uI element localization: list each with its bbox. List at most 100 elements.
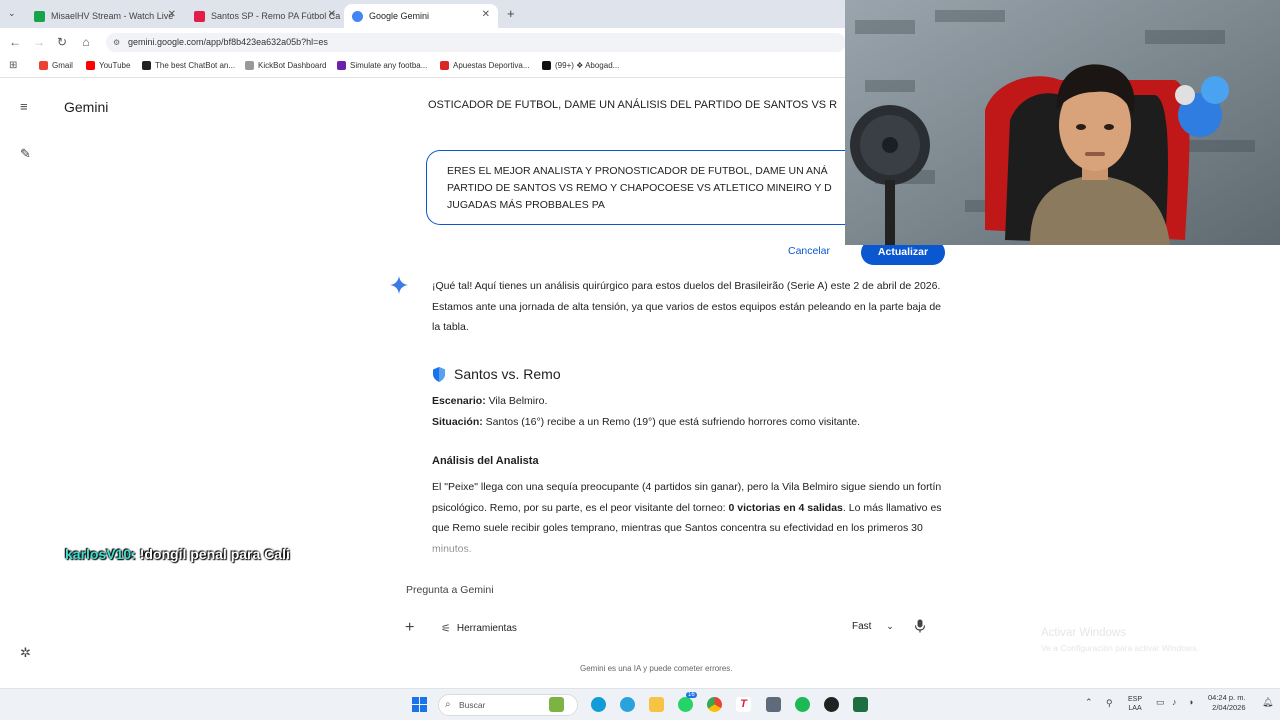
battery-icon[interactable]: ◑ bbox=[1188, 697, 1193, 707]
add-attachment-plus-icon[interactable]: + bbox=[405, 619, 414, 637]
windows-taskbar: ⌕ Buscar 16 T ⌃ ⚲ ESP LAA ▭ ♪ ◑ 04:24 p.… bbox=[0, 688, 1280, 720]
section-title: Santos vs. Remo bbox=[432, 366, 561, 382]
gmail-icon bbox=[39, 61, 48, 70]
language-indicator[interactable]: ESP LAA bbox=[1128, 695, 1142, 713]
tools-label: Herramientas bbox=[456, 623, 517, 634]
chevron-down-icon: ⌄ bbox=[886, 621, 894, 631]
apuestas-icon bbox=[440, 61, 449, 70]
activate-title: Activar Windows bbox=[1041, 627, 1126, 639]
stream-chat-overlay: karlosV10: !dongil penal para Cali bbox=[65, 546, 290, 562]
tab-title: MisaelHV Stream - Watch Live bbox=[51, 11, 174, 21]
tray-mic-icon[interactable]: ⚲ bbox=[1106, 698, 1113, 709]
whatsapp-badge: 16 bbox=[686, 692, 697, 698]
gemini-sparkle-icon bbox=[390, 276, 408, 294]
edit-prompt-textarea[interactable]: ERES EL MEJOR ANALISTA Y PRONOSTICADOR D… bbox=[426, 150, 866, 225]
model-selector[interactable]: Fast ⌄ bbox=[852, 621, 894, 632]
situacion-value: Santos (16°) recibe a un Remo (19°) que … bbox=[482, 416, 861, 428]
taskbar-clock[interactable]: 04:24 p. m. 2/04/2026 bbox=[1208, 693, 1246, 713]
tray-chevron-icon[interactable]: ⌃ bbox=[1085, 697, 1093, 708]
taskbar-search-placeholder: Buscar bbox=[459, 700, 486, 710]
tab-title: Google Gemini bbox=[369, 11, 430, 21]
gemini-disclaimer: Gemini es una IA y puede cometer errores… bbox=[580, 664, 733, 673]
tiktok-icon bbox=[542, 61, 551, 70]
site-info-icon[interactable]: ⚙ bbox=[113, 33, 120, 52]
bookmark-kickbot[interactable]: KickBot Dashboard bbox=[245, 61, 326, 70]
clock-date: 2/04/2026 bbox=[1212, 703, 1246, 712]
situacion-line: Situación: Santos (16°) recibe a un Remo… bbox=[432, 412, 942, 433]
close-tab-icon[interactable]: ✕ bbox=[482, 9, 490, 20]
tools-button[interactable]: ⚟ Herramientas bbox=[441, 622, 517, 635]
windows-start-icon[interactable] bbox=[412, 697, 427, 712]
telegram-icon[interactable] bbox=[620, 697, 635, 712]
windows-activation-watermark: Activar Windows Ve a Configuración para … bbox=[1041, 627, 1199, 653]
url-text: gemini.google.com/app/bf8b423ea632a05b?h… bbox=[128, 37, 328, 47]
analysis-heading: Análisis del Analista bbox=[432, 455, 539, 467]
prompt-input[interactable]: Pregunta a Gemini bbox=[406, 584, 494, 596]
prompt-header-text: OSTICADOR DE FUTBOL, DAME UN ANÁLISIS DE… bbox=[428, 99, 838, 111]
chatbot-icon bbox=[142, 61, 151, 70]
tab-search-chevron-icon[interactable]: ⌄ bbox=[8, 8, 16, 19]
tab-misaelhv-stream[interactable]: MisaelHV Stream - Watch Live ✕ bbox=[26, 4, 184, 28]
volume-icon[interactable]: ♪ bbox=[1172, 697, 1177, 707]
whatsapp-icon[interactable] bbox=[678, 697, 693, 712]
response-intro: ¡Qué tal! Aquí tienes un análisis quirúr… bbox=[432, 280, 942, 333]
chrome-icon[interactable] bbox=[707, 697, 722, 712]
calculator-icon[interactable] bbox=[766, 697, 781, 712]
cancel-button[interactable]: Cancelar bbox=[788, 245, 830, 257]
escenario-value: Vila Belmiro. bbox=[485, 395, 548, 407]
gemini-app-title: Gemini bbox=[64, 99, 109, 115]
close-tab-icon[interactable]: ✕ bbox=[168, 9, 176, 20]
excel-icon[interactable] bbox=[853, 697, 868, 712]
text-app-icon[interactable]: T bbox=[736, 697, 751, 712]
bookmark-chatbot[interactable]: The best ChatBot an... bbox=[142, 61, 235, 70]
widgets-icon[interactable] bbox=[549, 697, 564, 712]
apps-grid-icon[interactable]: ⊞ bbox=[9, 60, 17, 71]
tab-title: Santos SP - Remo PA Fútbol Ca bbox=[211, 11, 341, 21]
bookmark-apuestas[interactable]: Apuestas Deportiva... bbox=[440, 61, 529, 70]
kickbot-icon bbox=[245, 61, 254, 70]
close-tab-icon[interactable]: ✕ bbox=[328, 9, 336, 20]
lang-bottom: LAA bbox=[1128, 705, 1142, 712]
gemini-favicon-icon bbox=[352, 10, 363, 22]
bookmark-label: The best ChatBot an... bbox=[155, 61, 236, 70]
fade-overlay bbox=[420, 530, 950, 560]
settings-gear-icon[interactable]: ✲ bbox=[20, 646, 31, 660]
edit-line: ERES EL MEJOR ANALISTA Y PRONOSTICADOR D… bbox=[447, 165, 828, 177]
search-icon: ⌕ bbox=[445, 699, 451, 710]
hamburger-menu-icon[interactable]: ≡ bbox=[20, 100, 28, 114]
bookmark-tiktok[interactable]: (99+) ❖ Abogad... bbox=[542, 61, 619, 70]
webcam-scene-image bbox=[845, 0, 1280, 245]
spotify-icon[interactable] bbox=[795, 697, 810, 712]
new-tab-plus-icon[interactable]: + bbox=[507, 6, 515, 21]
bookmark-label: Gmail bbox=[52, 61, 73, 70]
bookmark-youtube[interactable]: YouTube bbox=[86, 61, 130, 70]
reload-icon[interactable]: ↻ bbox=[55, 35, 69, 49]
tools-sliders-icon: ⚟ bbox=[441, 623, 451, 635]
bookmark-label: Simulate any footba... bbox=[350, 61, 428, 70]
obs-icon[interactable] bbox=[824, 697, 839, 712]
new-chat-icon[interactable]: ✎ bbox=[20, 147, 31, 161]
bookmark-simulate[interactable]: Simulate any footba... bbox=[337, 61, 427, 70]
forward-arrow-icon[interactable]: → bbox=[32, 35, 46, 49]
home-icon[interactable]: ⌂ bbox=[79, 35, 93, 49]
network-icon[interactable]: ▭ bbox=[1156, 697, 1165, 708]
file-explorer-icon[interactable] bbox=[649, 697, 664, 712]
lang-top: ESP bbox=[1128, 696, 1143, 703]
address-bar[interactable]: ⚙ gemini.google.com/app/bf8b423ea632a05b… bbox=[106, 33, 846, 52]
edge-browser-icon[interactable] bbox=[591, 697, 606, 712]
back-arrow-icon[interactable]: ← bbox=[8, 35, 22, 49]
bookmark-label: (99+) ❖ Abogad... bbox=[555, 61, 620, 70]
edit-line: PARTIDO DE SANTOS VS REMO Y CHAPOCOESE V… bbox=[447, 182, 832, 194]
microphone-icon[interactable] bbox=[914, 619, 926, 633]
clock-time: 04:24 p. m. bbox=[1208, 693, 1246, 702]
tab-google-gemini[interactable]: Google Gemini ✕ bbox=[344, 4, 498, 28]
tab-santos-remo[interactable]: Santos SP - Remo PA Fútbol Ca ✕ bbox=[186, 4, 344, 28]
bookmark-gmail[interactable]: Gmail bbox=[39, 61, 73, 70]
betting-favicon-icon bbox=[194, 10, 205, 22]
notification-bell-icon[interactable]: 🔔︎ bbox=[1262, 697, 1273, 708]
shield-icon bbox=[433, 366, 445, 382]
escenario-line: Escenario: Vila Belmiro. bbox=[432, 391, 942, 412]
bookmark-label: Apuestas Deportiva... bbox=[453, 61, 530, 70]
activate-subtitle: Ve a Configuración para activar Windows. bbox=[1041, 643, 1199, 653]
bookmark-label: YouTube bbox=[99, 61, 131, 70]
